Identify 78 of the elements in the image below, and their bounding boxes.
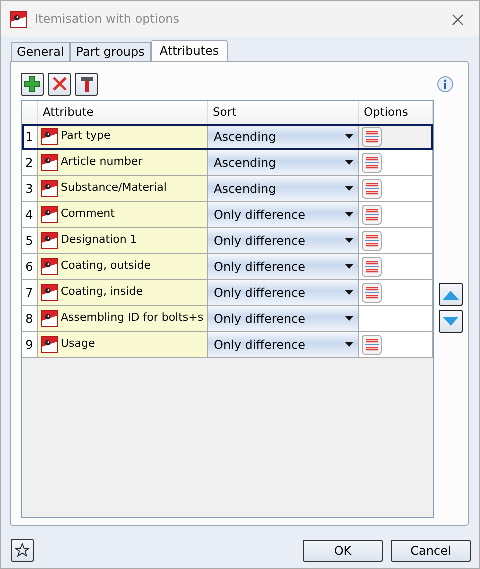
window-title: Itemisation with options [35,11,181,28]
cancel-button[interactable]: Cancel [391,540,471,562]
table-row[interactable]: 6 Coating, outside Only difference [22,254,433,280]
attribute-icon [41,232,58,249]
attribute-icon [41,180,58,197]
sort-dropdown[interactable]: Only difference [208,254,359,280]
dropdown-caret-icon [345,212,354,217]
row-number: 2 [22,150,38,176]
move-down-button[interactable] [439,310,463,333]
attribute-icon [41,258,58,275]
sort-dropdown[interactable]: Only difference [208,280,359,306]
table-row[interactable]: 3 Substance/Material Ascending [22,176,433,202]
dropdown-caret-icon [345,264,354,269]
table-row[interactable]: 4 Comment Only difference [22,202,433,228]
attribute-name: Assembling ID for bolts+s [61,310,204,326]
app-icon [10,10,27,28]
favorite-button[interactable] [11,539,34,562]
dropdown-caret-icon [345,134,354,139]
dropdown-caret-icon [345,160,354,165]
row-number: 9 [22,332,38,358]
attribute-icon [41,310,58,327]
dropdown-caret-icon [345,342,354,347]
move-up-button[interactable] [439,283,463,306]
sort-dropdown[interactable]: Only difference [208,202,359,228]
ok-button[interactable]: OK [303,540,383,562]
row-number: 1 [22,124,38,150]
attribute-name: Coating, outside [61,258,152,274]
attribute-icon [41,206,58,223]
attribute-name: Comment [61,206,115,222]
attribute-icon [41,336,58,353]
tab[interactable]: Part groups [70,42,151,61]
attribute-icon [41,284,58,301]
plus-icon [24,76,41,92]
attribute-icon [41,154,58,171]
table-row[interactable]: 2 Article number Ascending [22,150,433,176]
sort-dropdown[interactable]: Ascending [208,150,359,176]
table-row[interactable]: 8 Assembling ID for bolts+s Only difference [22,306,433,332]
table-row[interactable]: 1 Part type Ascending [22,124,433,150]
dropdown-caret-icon [345,238,354,243]
dropdown-caret-icon [345,290,354,295]
attribute-name: Designation 1 [61,232,138,248]
table-row[interactable]: 5 Designation 1 Only difference [22,228,433,254]
close-icon [452,14,464,26]
row-number: 8 [22,306,38,332]
row-number: 4 [22,202,38,228]
attribute-name: Part type [61,128,111,144]
column-header: Attribute [38,101,208,124]
row-number: 7 [22,280,38,306]
sort-dropdown[interactable]: Only difference [208,306,359,332]
delete-button[interactable] [48,72,71,96]
dropdown-caret-icon [345,316,354,321]
table-row[interactable]: 7 Coating, inside Only difference [22,280,433,306]
row-number: 5 [22,228,38,254]
star-icon [15,543,30,558]
up-arrow-icon [443,290,459,300]
sort-dropdown[interactable]: Only difference [208,332,359,358]
attribute-icon [41,128,58,145]
attribute-name: Usage [61,336,96,352]
row-number: 6 [22,254,38,280]
down-arrow-icon [443,316,459,326]
row-number: 3 [22,176,38,202]
hammer-button[interactable] [75,72,98,96]
sort-dropdown[interactable]: Only difference [208,228,359,254]
column-header: Sort [208,101,359,124]
sort-dropdown[interactable]: Ascending [208,124,359,150]
attribute-name: Article number [61,154,143,170]
attribute-name: Coating, inside [61,284,144,300]
column-header: Options [359,101,433,124]
attribute-name: Substance/Material [61,180,167,196]
hammer-icon [80,76,94,92]
table-row[interactable]: 9 Usage Only difference [22,332,433,358]
dropdown-caret-icon [345,186,354,191]
cross-icon [52,76,68,92]
tab[interactable]: Attributes [150,40,228,61]
sort-dropdown[interactable]: Ascending [208,176,359,202]
info-icon[interactable] [437,76,454,92]
add-button[interactable] [21,72,44,96]
tab[interactable]: General [11,42,70,61]
